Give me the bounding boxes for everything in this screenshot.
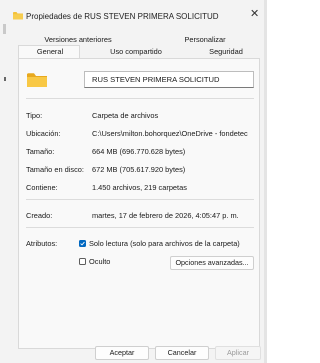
window-edge xyxy=(264,0,267,363)
ubicacion-value: C:\Users\milton.bohorquez\OneDrive - fon… xyxy=(92,129,248,138)
folder-icon xyxy=(27,73,47,87)
atributos-label: Atributos: xyxy=(26,239,58,248)
window-title: Propiedades de RUS STEVEN PRIMERA SOLICI… xyxy=(26,12,219,21)
tamano-en-disco-value: 672 MB (705.617.920 bytes) xyxy=(92,165,186,174)
tab-general-label[interactable]: General xyxy=(19,47,81,57)
contiene-label: Contiene: xyxy=(26,183,58,192)
tab-seguridad[interactable]: Seguridad xyxy=(191,47,261,57)
title-bar[interactable]: Propiedades de RUS STEVEN PRIMERA SOLICI… xyxy=(0,0,264,30)
tipo-value: Carpeta de archivos xyxy=(92,111,159,120)
tab-personalizar[interactable]: Personalizar xyxy=(165,35,245,45)
creado-label: Creado: xyxy=(26,211,53,220)
aceptar-button[interactable]: Aceptar xyxy=(95,346,149,360)
folder-name-input[interactable]: RUS STEVEN PRIMERA SOLICITUD xyxy=(84,71,254,88)
tamano-en-disco-label: Tamaño en disco: xyxy=(26,165,84,174)
tab-uso-compartido[interactable]: Uso compartido xyxy=(89,47,183,57)
ubicacion-label: Ubicación: xyxy=(26,129,61,138)
divider xyxy=(26,98,254,99)
tab-row-1: Versiones anteriores Personalizar xyxy=(19,35,261,45)
close-icon[interactable]: ✕ xyxy=(250,9,259,20)
tamano-label: Tamaño: xyxy=(26,147,55,156)
aplicar-button: Aplicar xyxy=(215,346,261,360)
tab-versiones-anteriores[interactable]: Versiones anteriores xyxy=(33,35,123,45)
divider xyxy=(26,227,254,228)
tipo-label: Tipo: xyxy=(26,111,43,120)
opciones-avanzadas-button[interactable]: Opciones avanzadas... xyxy=(170,256,254,270)
contiene-value: 1.450 archivos, 219 carpetas xyxy=(92,183,187,192)
oculto-checkbox[interactable] xyxy=(79,258,86,265)
creado-value: martes, 17 de febrero de 2026, 4:05:47 p… xyxy=(92,211,239,220)
solo-lectura-label[interactable]: Solo lectura (solo para archivos de la c… xyxy=(89,239,240,248)
tamano-value: 664 MB (696.770.628 bytes) xyxy=(92,147,186,156)
checkmark-icon xyxy=(80,241,85,246)
tab-row-2: General Uso compartido Seguridad xyxy=(19,47,261,57)
oculto-label[interactable]: Oculto xyxy=(89,257,110,266)
divider xyxy=(26,199,254,200)
background-window-edge xyxy=(4,77,6,81)
cancelar-button[interactable]: Cancelar xyxy=(155,346,209,360)
folder-icon xyxy=(13,12,23,20)
solo-lectura-checkbox[interactable] xyxy=(79,240,86,247)
general-panel xyxy=(18,58,260,349)
